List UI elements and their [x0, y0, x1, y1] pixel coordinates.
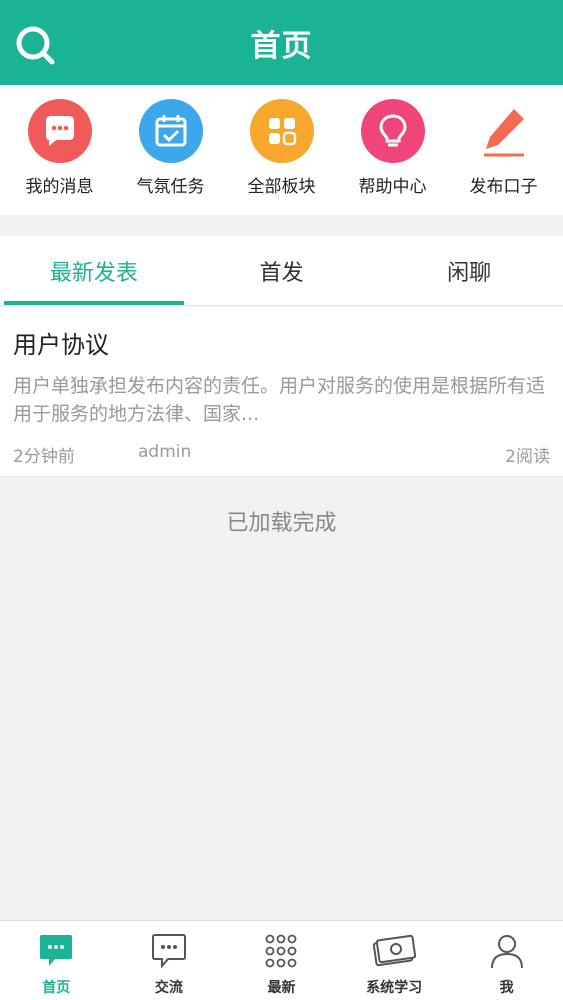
nav-home[interactable]: 首页: [0, 921, 113, 1000]
post-meta: 2分钟前 admin 2阅读: [13, 442, 550, 467]
nav-me[interactable]: 我: [450, 921, 563, 1000]
post-time: 2分钟前: [13, 447, 75, 467]
nav-label: 我: [499, 980, 514, 996]
post-read-count: 2阅读: [505, 447, 550, 467]
quick-actions: 我的消息 气氛任务 全部板块 帮助中心 发布口子: [0, 85, 563, 215]
chat-filled-icon: [38, 933, 74, 973]
nav-label: 最新: [267, 980, 296, 996]
nav-exchange[interactable]: 交流: [113, 921, 226, 1000]
bottom-nav: 首页 交流 最新 系统学习 我: [0, 920, 563, 1000]
chat-outline-icon: [151, 933, 187, 973]
quick-all-boards[interactable]: 全部板块: [232, 99, 332, 215]
post-excerpt: 用户单独承担发布内容的责任。用户对服务的使用是根据所有适用于服务的地方法律、国家…: [13, 375, 546, 425]
chat-bubble-icon: [27, 99, 92, 163]
nav-system-learning[interactable]: 系统学习: [338, 921, 451, 1000]
search-icon[interactable]: [14, 24, 56, 66]
grid-squares-icon: [249, 99, 314, 163]
post-title: 用户协议: [13, 331, 109, 359]
money-bill-icon: [372, 933, 417, 973]
quick-label: 我的消息: [25, 177, 94, 197]
quick-label: 帮助中心: [358, 177, 427, 197]
nav-label: 首页: [42, 980, 71, 996]
quick-label: 发布口子: [469, 177, 538, 197]
calendar-check-icon: [138, 99, 203, 163]
nav-label: 交流: [154, 980, 183, 996]
page-title: 首页: [250, 28, 313, 64]
tab-bar: 最新发表 首发 闲聊: [0, 236, 563, 306]
quick-atmosphere-tasks[interactable]: 气氛任务: [121, 99, 221, 215]
quick-help-center[interactable]: 帮助中心: [343, 99, 443, 215]
quick-my-messages[interactable]: 我的消息: [10, 99, 110, 215]
top-bar: 首页: [0, 0, 563, 85]
tab-latest[interactable]: 最新发表: [0, 236, 188, 305]
quick-publish[interactable]: 发布口子: [454, 99, 554, 215]
tab-first-post[interactable]: 首发: [188, 236, 376, 305]
person-icon: [489, 933, 525, 973]
nav-latest[interactable]: 最新: [225, 921, 338, 1000]
tab-chat[interactable]: 闲聊: [375, 236, 563, 305]
post-author: admin: [138, 442, 192, 462]
load-complete-text: 已加载完成: [226, 511, 337, 536]
post-card[interactable]: 用户协议 用户单独承担发布内容的责任。用户对服务的使用是根据所有适用于服务的地方…: [0, 307, 563, 477]
lightbulb-icon: [360, 99, 425, 163]
dots-grid-icon: [263, 933, 299, 973]
quick-label: 全部板块: [247, 177, 316, 197]
nav-label: 系统学习: [366, 980, 423, 996]
pencil-icon: [472, 99, 536, 163]
quick-label: 气氛任务: [136, 177, 205, 197]
